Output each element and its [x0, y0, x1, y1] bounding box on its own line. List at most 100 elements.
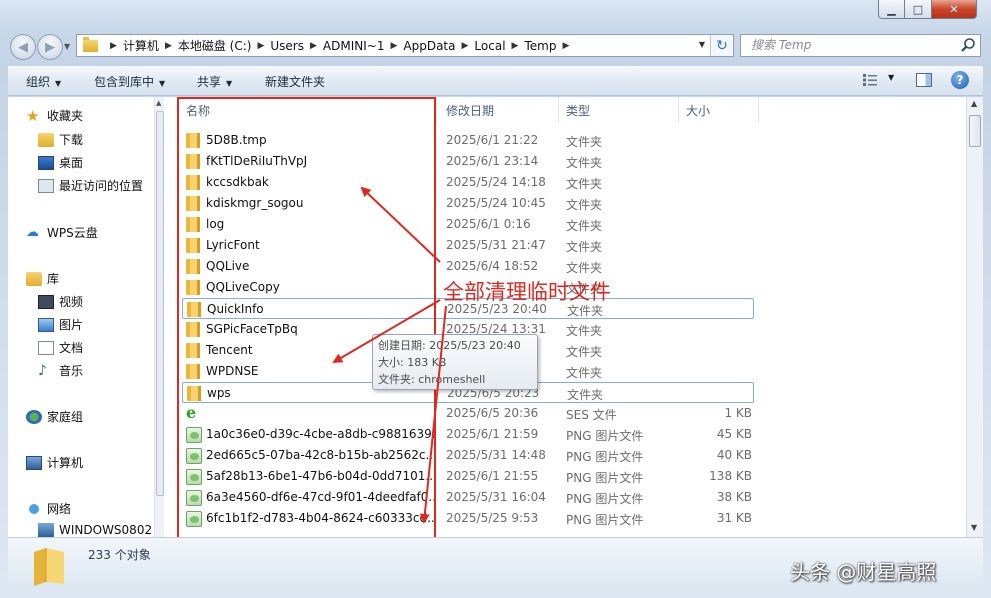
- sidebar-item-label: 家庭组: [47, 410, 84, 424]
- minimize-button[interactable]: ▁: [878, 0, 905, 19]
- column-divider[interactable]: [558, 97, 559, 123]
- sidebar-item-pictures[interactable]: 图片: [38, 316, 83, 333]
- breadcrumb-computer[interactable]: 计算机: [123, 37, 159, 54]
- chevron-right-icon[interactable]: ▶: [390, 41, 397, 51]
- file-row[interactable]: e 2025/6/5 20:36 SES 文件 1 KB: [182, 403, 754, 424]
- sidebar-item-computer[interactable]: 计算机: [26, 454, 83, 471]
- column-header-date[interactable]: 修改日期: [446, 102, 494, 119]
- scrollbar-thumb[interactable]: [969, 115, 981, 147]
- file-row[interactable]: LyricFont 2025/5/31 21:47 文件夹: [182, 235, 754, 256]
- sidebar-item-videos[interactable]: 视频: [38, 293, 83, 310]
- scroll-up-icon[interactable]: ▲: [156, 99, 161, 107]
- sidebar-item-homegroup[interactable]: 家庭组: [26, 408, 83, 425]
- chevron-right-icon[interactable]: ▶: [257, 41, 264, 51]
- file-date: 2025/5/31 16:04: [446, 490, 546, 504]
- column-divider[interactable]: [436, 97, 437, 123]
- file-row[interactable]: fKtTlDeRiIuThVpJ 2025/6/1 23:14 文件夹: [182, 151, 754, 172]
- breadcrumb-admini[interactable]: ADMINI~1: [323, 39, 385, 53]
- file-date: 2025/6/5 20:36: [446, 406, 539, 420]
- pane-splitter[interactable]: [164, 97, 174, 537]
- breadcrumb-local-disk[interactable]: 本地磁盘 (C:): [178, 37, 252, 54]
- navigation-scrollbar[interactable]: ▲: [154, 97, 164, 537]
- png-file-icon: [186, 448, 202, 467]
- organize-menu[interactable]: 组织 ▼: [26, 73, 61, 90]
- file-row[interactable]: kccsdkbak 2025/5/24 14:18 文件夹: [182, 172, 754, 193]
- recent-pages-dropdown[interactable]: ▼: [64, 42, 70, 51]
- maximize-button[interactable]: □: [905, 0, 932, 19]
- help-icon[interactable]: ?: [951, 71, 969, 89]
- star-icon: ★: [26, 106, 40, 125]
- folder-icon: [186, 343, 200, 361]
- include-library-label: 包含到库中: [94, 75, 155, 89]
- address-bar[interactable]: ▶ 计算机 ▶ 本地磁盘 (C:) ▶ Users ▶ ADMINI~1 ▶ A…: [76, 34, 734, 57]
- search-icon[interactable]: [960, 37, 976, 53]
- sidebar-item-recent[interactable]: 最近访问的位置: [38, 177, 143, 194]
- file-row[interactable]: log 2025/6/1 0:16 文件夹: [182, 214, 754, 235]
- file-row[interactable]: kdiskmgr_sogou 2025/5/24 10:45 文件夹: [182, 193, 754, 214]
- chevron-right-icon[interactable]: ▶: [512, 41, 519, 51]
- scrollbar-thumb[interactable]: [156, 111, 164, 496]
- file-row[interactable]: 6a3e4560-df6e-47cd-9f01-4deedfaf0... 2025…: [182, 487, 754, 508]
- png-file-icon: [186, 469, 202, 488]
- sidebar-item-wps-cloud[interactable]: ☁ WPS云盘: [26, 224, 98, 241]
- png-file-icon: [186, 427, 202, 446]
- sidebar-item-label: 最近访问的位置: [59, 179, 144, 193]
- share-menu[interactable]: 共享 ▼: [197, 73, 232, 90]
- scroll-down-icon[interactable]: ▼: [971, 523, 977, 532]
- sidebar-item-downloads[interactable]: 下载: [38, 131, 83, 148]
- breadcrumb-appdata[interactable]: AppData: [403, 39, 455, 53]
- new-folder-button[interactable]: 新建文件夹: [265, 73, 325, 90]
- view-options-icon[interactable]: [863, 74, 877, 86]
- file-row[interactable]: 5af28b13-6be1-47b6-b04d-0dd7101... 2025/6…: [182, 466, 754, 487]
- back-button[interactable]: ◀: [10, 34, 36, 60]
- file-row[interactable]: 1a0c36e0-d39c-4cbe-a8db-c9881639... 2025/…: [182, 424, 754, 445]
- file-type: 文件夹: [566, 324, 603, 338]
- breadcrumb-local[interactable]: Local: [474, 39, 505, 53]
- breadcrumb-temp[interactable]: Temp: [524, 39, 556, 53]
- file-row[interactable]: 2ed665c5-07ba-42c8-b15b-ab2562c... 2025/5…: [182, 445, 754, 466]
- column-divider[interactable]: [678, 97, 679, 123]
- view-dropdown[interactable]: ▼: [888, 73, 894, 82]
- chevron-right-icon[interactable]: ▶: [110, 41, 117, 51]
- file-name: 2ed665c5-07ba-42c8-b15b-ab2562c...: [206, 448, 436, 462]
- address-history-dropdown[interactable]: ▼: [699, 40, 705, 49]
- chevron-right-icon[interactable]: ▶: [165, 41, 172, 51]
- scroll-up-icon[interactable]: ▲: [971, 99, 977, 108]
- file-type: 文件夹: [566, 219, 603, 233]
- sidebar-item-music[interactable]: ♪ 音乐: [38, 362, 83, 379]
- file-type: SES 文件: [566, 408, 617, 422]
- close-button[interactable]: ✕: [932, 0, 977, 19]
- chevron-right-icon[interactable]: ▶: [310, 41, 317, 51]
- sidebar-item-desktop[interactable]: 桌面: [38, 154, 83, 171]
- preview-pane-icon[interactable]: [916, 73, 932, 87]
- column-header-size[interactable]: 大小: [686, 102, 710, 119]
- forward-button[interactable]: ▶: [37, 34, 63, 60]
- chevron-right-icon[interactable]: ▶: [462, 41, 469, 51]
- file-row[interactable]: 5D8B.tmp 2025/6/1 21:22 文件夹: [182, 130, 754, 151]
- sidebar-item-documents[interactable]: 文档: [38, 339, 83, 356]
- breadcrumb-users[interactable]: Users: [270, 39, 304, 53]
- downloads-icon: [38, 132, 54, 147]
- column-divider[interactable]: [758, 97, 759, 123]
- tooltip-size: 大小: 183 KB: [378, 356, 447, 369]
- column-header-type[interactable]: 类型: [566, 102, 590, 119]
- refresh-button[interactable]: ↻: [710, 35, 733, 56]
- include-library-menu[interactable]: 包含到库中 ▼: [94, 73, 165, 90]
- file-row[interactable]: 6fc1b1f2-d783-4b04-8624-c60333cd... 2025/…: [182, 508, 754, 529]
- refresh-icon: ↻: [716, 37, 728, 54]
- sidebar-item-label: 网络: [47, 502, 72, 516]
- search-input[interactable]: [749, 35, 949, 55]
- file-size: 45 KB: [716, 427, 752, 441]
- back-arrow-icon: ◀: [18, 39, 28, 55]
- folder-icon: [83, 36, 98, 52]
- file-size: 38 KB: [716, 490, 752, 504]
- sidebar-item-network[interactable]: 网络: [26, 500, 71, 517]
- column-header-name[interactable]: 名称: [186, 102, 210, 119]
- file-row[interactable]: QQLive 2025/6/4 18:52 文件夹: [182, 256, 754, 277]
- file-list-scrollbar[interactable]: ▲ ▼: [966, 97, 983, 537]
- file-type: PNG 图片文件: [566, 450, 644, 464]
- sidebar-item-libraries[interactable]: 库: [26, 270, 59, 287]
- sidebar-item-network-pc[interactable]: WINDOWS0802: [38, 523, 152, 537]
- chevron-right-icon[interactable]: ▶: [562, 41, 569, 51]
- sidebar-item-favorites[interactable]: ★ 收藏夹: [26, 107, 83, 124]
